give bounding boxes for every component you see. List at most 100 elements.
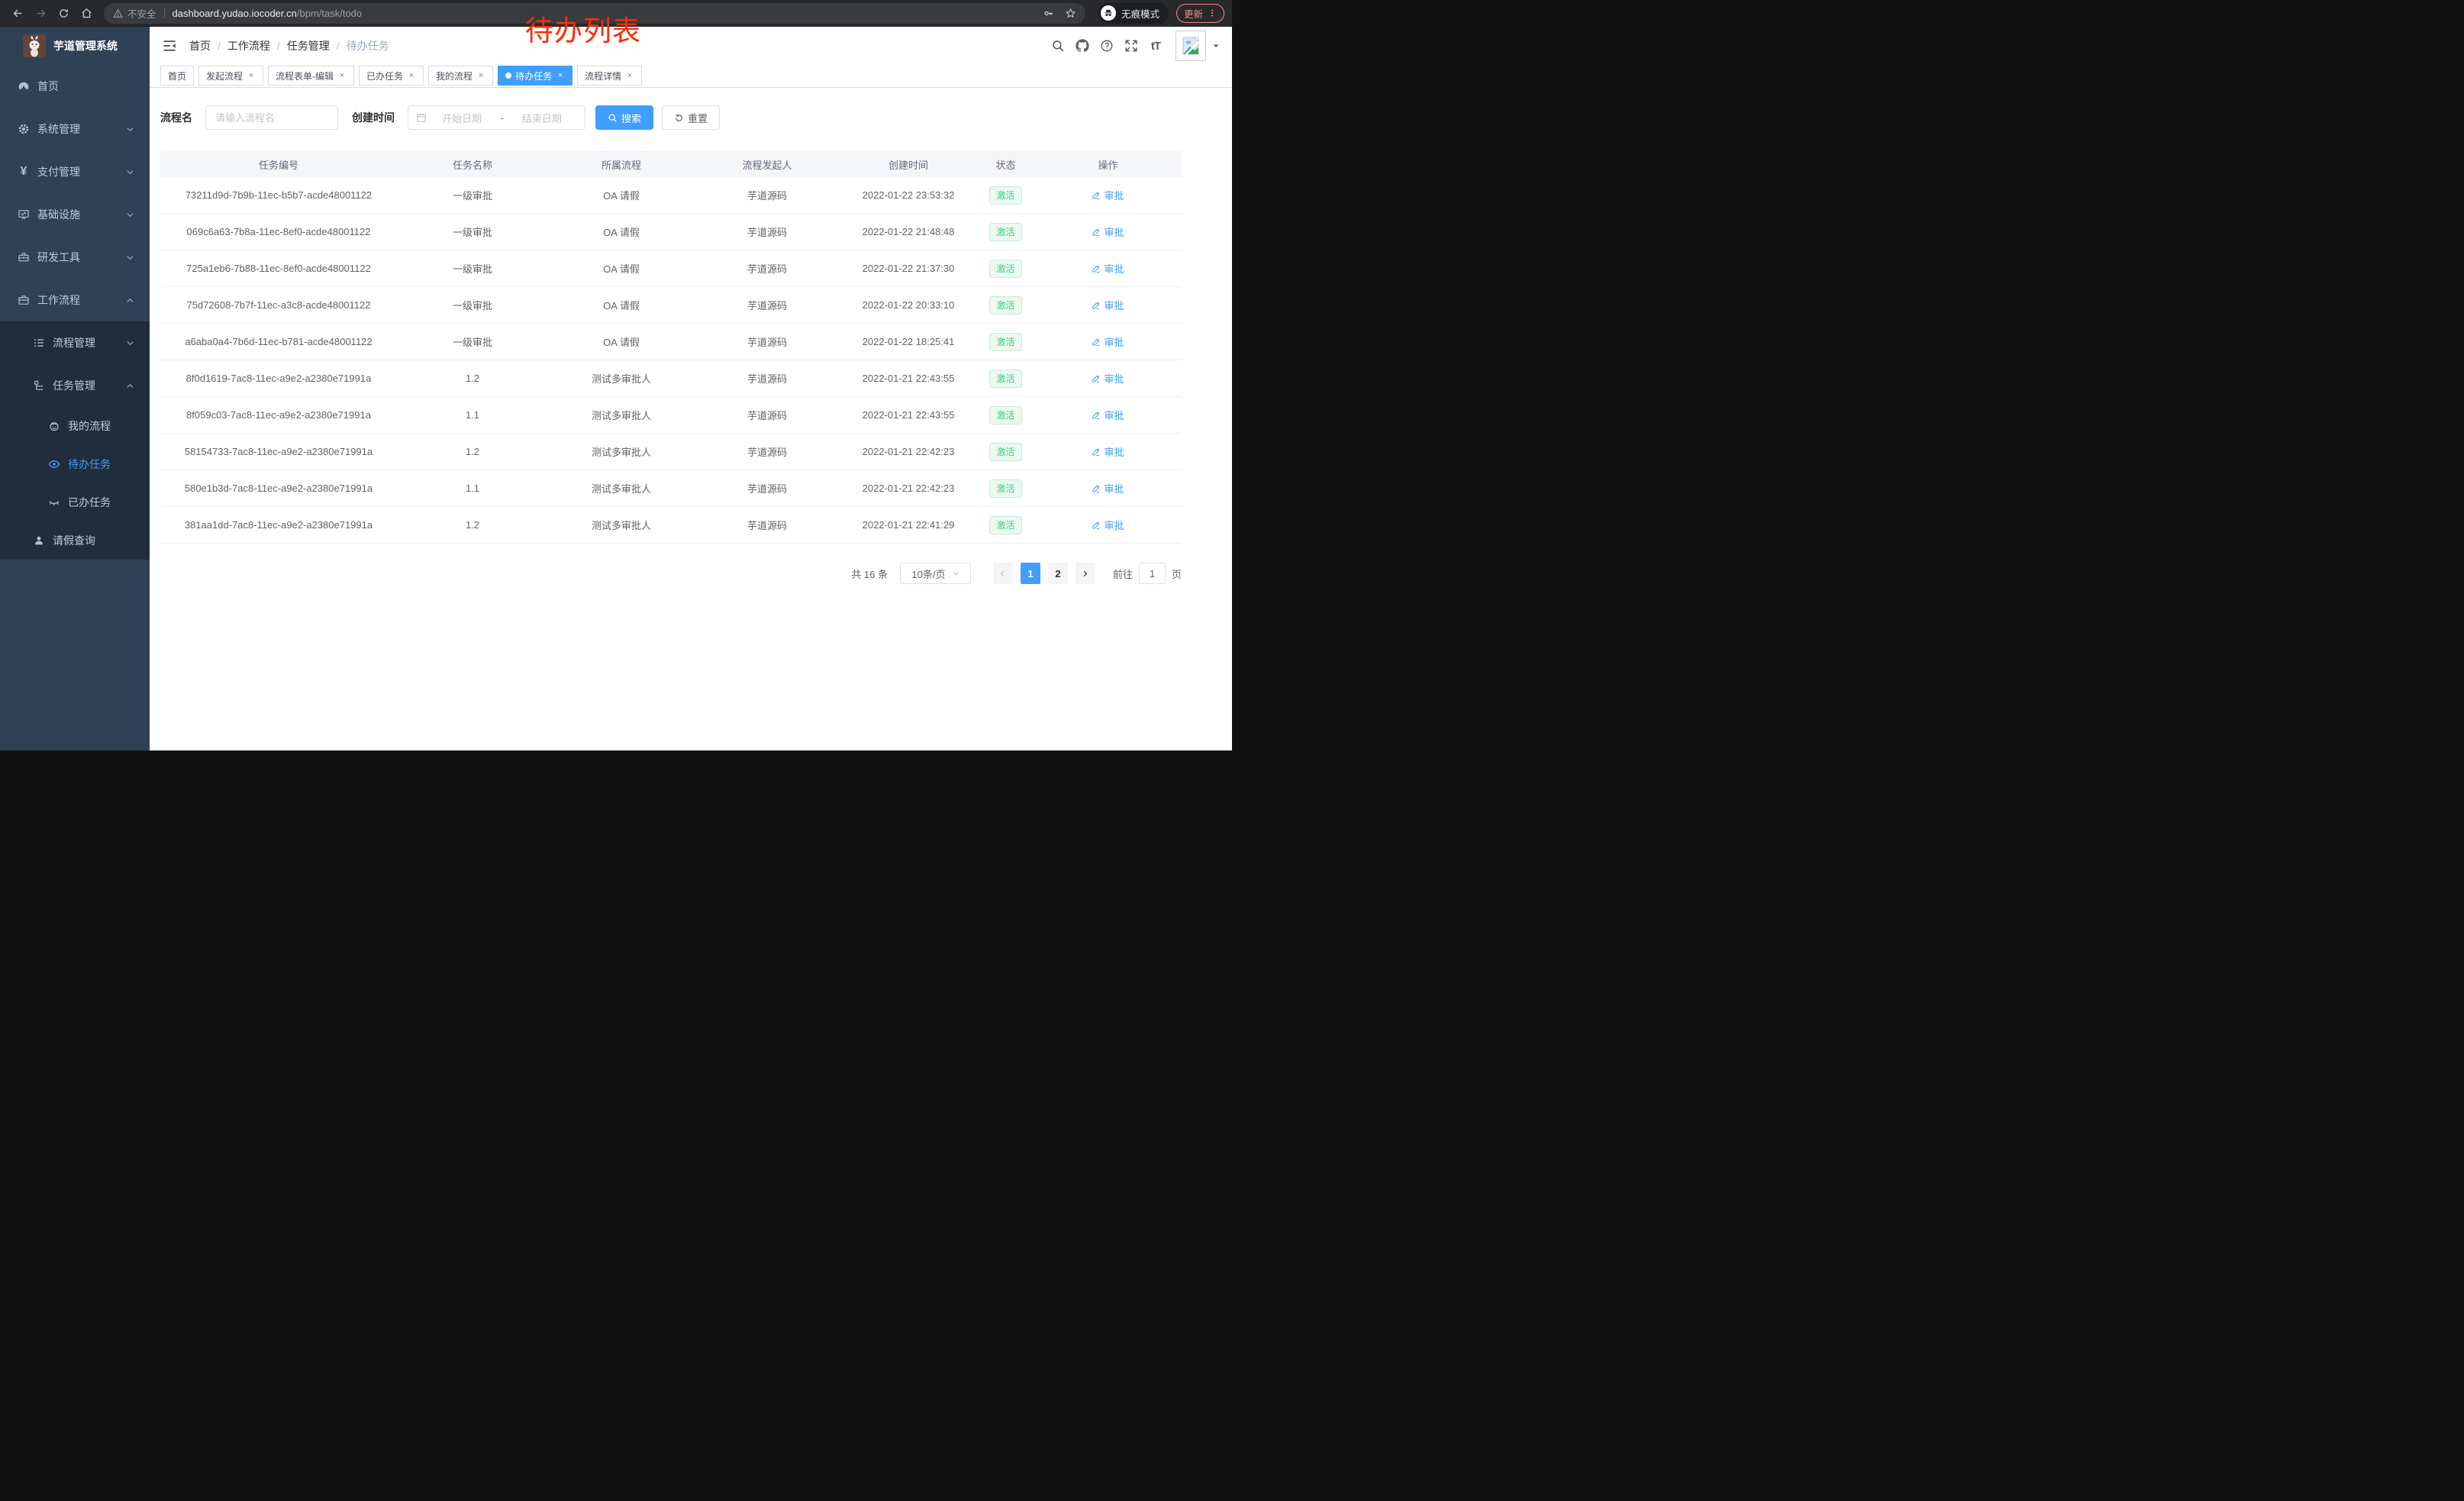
breadcrumb-item[interactable]: 工作流程 [227, 38, 270, 53]
tab-close-icon[interactable]: × [407, 71, 416, 80]
date-range-separator: - [497, 112, 506, 124]
table-row: 75d72608-7b7f-11ec-a3c8-acde48001122一级审批… [160, 287, 1182, 324]
sidebar-item-task-mgmt[interactable]: 任务管理 [0, 364, 150, 407]
tab-close-icon[interactable]: × [247, 71, 256, 80]
cell-created: 2022-01-21 22:42:23 [840, 470, 977, 506]
back-icon[interactable] [8, 3, 27, 23]
sidebar-item-workflow[interactable]: 工作流程 [0, 279, 150, 321]
approve-label: 审批 [1104, 518, 1124, 532]
reload-icon[interactable] [53, 3, 73, 23]
incognito-badge[interactable]: 无痕模式 [1098, 3, 1169, 24]
eye-closed-icon [47, 496, 61, 508]
cell-process: 测试多审批人 [548, 470, 695, 506]
tree-icon [32, 379, 46, 392]
pen-icon [1092, 228, 1101, 237]
process-name-input[interactable] [205, 105, 338, 130]
breadcrumb-item[interactable]: 首页 [189, 38, 211, 53]
approve-button[interactable]: 审批 [1092, 298, 1124, 312]
cell-action: 审批 [1034, 507, 1182, 543]
tab-已办任务[interactable]: 已办任务× [359, 66, 424, 86]
tab-流程详情[interactable]: 流程详情× [577, 66, 642, 86]
tab-我的流程[interactable]: 我的流程× [428, 66, 493, 86]
page-button-1[interactable]: 1 [1021, 563, 1040, 584]
tab-首页[interactable]: 首页 [160, 66, 194, 86]
approve-label: 审批 [1104, 188, 1124, 202]
sidebar-item-label: 任务管理 [53, 378, 126, 393]
browser-menu-dots-icon[interactable] [1208, 8, 1217, 18]
app-logo[interactable]: 芋道管理系统 [0, 27, 150, 65]
page-size-select[interactable]: 10条/页 [900, 563, 971, 584]
security-label[interactable]: 不安全 [127, 6, 156, 21]
column-header: 状态 [977, 151, 1034, 177]
sidebar-item-infra[interactable]: 基础设施 [0, 193, 150, 236]
cell-name: 1.1 [397, 470, 548, 506]
approve-button[interactable]: 审批 [1092, 408, 1124, 422]
end-date-placeholder[interactable]: 结束日期 [507, 111, 577, 125]
approve-button[interactable]: 审批 [1092, 334, 1124, 349]
tab-流程表单-编辑[interactable]: 流程表单-编辑× [268, 66, 354, 86]
start-date-placeholder[interactable]: 开始日期 [427, 111, 497, 125]
cell-id: 381aa1dd-7ac8-11ec-a9e2-a2380e71991a [160, 507, 397, 543]
update-button[interactable]: 更新 [1176, 4, 1224, 23]
approve-button[interactable]: 审批 [1092, 444, 1124, 459]
url-bar[interactable]: 不安全 dashboard.yudao.iocoder.cn /bpm/task… [104, 3, 1085, 24]
avatar-caret-down-icon[interactable] [1212, 42, 1220, 50]
table-row: a6aba0a4-7b6d-11ec-b781-acde48001122一级审批… [160, 324, 1182, 360]
sidebar-item-label: 基础设施 [37, 207, 126, 222]
sidebar-item-home[interactable]: 首页 [0, 65, 150, 108]
tab-close-icon[interactable]: × [556, 71, 565, 80]
help-icon[interactable] [1095, 34, 1119, 58]
not-secure-warning-icon[interactable] [113, 8, 123, 18]
tab-待办任务[interactable]: 待办任务× [498, 66, 572, 86]
approve-button[interactable]: 审批 [1092, 371, 1124, 386]
table-header-row: 任务编号任务名称所属流程流程发起人创建时间状态操作 [160, 151, 1182, 177]
cell-created: 2022-01-21 22:41:29 [840, 507, 977, 543]
avatar[interactable] [1176, 31, 1206, 61]
forward-icon[interactable] [31, 3, 50, 23]
approve-button[interactable]: 审批 [1092, 188, 1124, 202]
approve-button[interactable]: 审批 [1092, 481, 1124, 495]
date-range-picker[interactable]: 开始日期 - 结束日期 [408, 105, 585, 130]
approve-button[interactable]: 审批 [1092, 224, 1124, 239]
font-size-icon[interactable]: tT [1143, 34, 1168, 58]
sidebar-item-system[interactable]: 系统管理 [0, 108, 150, 150]
sidebar-item-done-task[interactable]: 已办任务 [0, 483, 150, 521]
sidebar-item-devtools[interactable]: 研发工具 [0, 236, 150, 279]
tab-close-icon[interactable]: × [625, 71, 634, 80]
search-button[interactable]: 搜索 [595, 105, 653, 130]
approve-button[interactable]: 审批 [1092, 518, 1124, 532]
github-icon[interactable] [1070, 34, 1095, 58]
yen-icon: ¥ [17, 166, 31, 178]
sidebar-item-todo-task[interactable]: 待办任务 [0, 445, 150, 483]
breadcrumb-item[interactable]: 任务管理 [287, 38, 330, 53]
password-key-icon[interactable] [1043, 8, 1054, 19]
reset-button[interactable]: 重置 [662, 105, 720, 130]
collapse-sidebar-icon[interactable] [162, 38, 177, 53]
cell-status: 激活 [977, 214, 1034, 250]
next-page-button[interactable] [1076, 563, 1095, 584]
sidebar-item-payment[interactable]: ¥支付管理 [0, 150, 150, 193]
sidebar-item-leave-query[interactable]: 请假查询 [0, 521, 150, 560]
tab-label: 首页 [168, 69, 186, 82]
url-host[interactable]: dashboard.yudao.iocoder.cn [173, 8, 297, 19]
tab-发起流程[interactable]: 发起流程× [198, 66, 263, 86]
url-path[interactable]: /bpm/task/todo [297, 8, 362, 19]
breadcrumb-separator: / [277, 40, 280, 52]
pen-icon [1092, 191, 1101, 200]
sidebar-item-process-mgmt[interactable]: 流程管理 [0, 321, 150, 364]
page-button-2[interactable]: 2 [1048, 563, 1068, 584]
tab-close-icon[interactable]: × [337, 71, 347, 80]
tab-label: 流程表单-编辑 [276, 69, 334, 82]
sidebar-item-my-process[interactable]: 我的流程 [0, 407, 150, 445]
search-icon[interactable] [1046, 34, 1070, 58]
bookmark-star-icon[interactable] [1065, 8, 1076, 19]
fullscreen-icon[interactable] [1119, 34, 1143, 58]
tab-close-icon[interactable]: × [476, 71, 485, 80]
prev-page-button[interactable] [993, 563, 1013, 584]
cell-created: 2022-01-22 23:53:32 [840, 177, 977, 213]
approve-button[interactable]: 审批 [1092, 261, 1124, 276]
goto-page-input[interactable] [1139, 563, 1166, 584]
cell-status: 激活 [977, 470, 1034, 506]
cell-initiator: 芋道源码 [695, 360, 840, 396]
home-icon[interactable] [76, 3, 96, 23]
